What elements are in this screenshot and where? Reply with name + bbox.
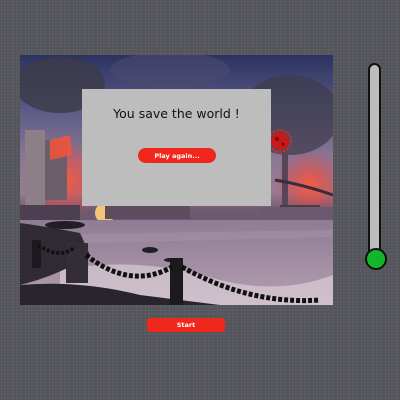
infection-meter-bulb <box>365 248 387 270</box>
game-result-message: You save the world ! <box>113 106 240 121</box>
game-over-dialog: You save the world ! Play again... <box>82 89 271 206</box>
infection-meter <box>368 63 381 266</box>
start-button[interactable]: Start <box>147 318 225 332</box>
play-again-button[interactable]: Play again... <box>138 148 216 163</box>
